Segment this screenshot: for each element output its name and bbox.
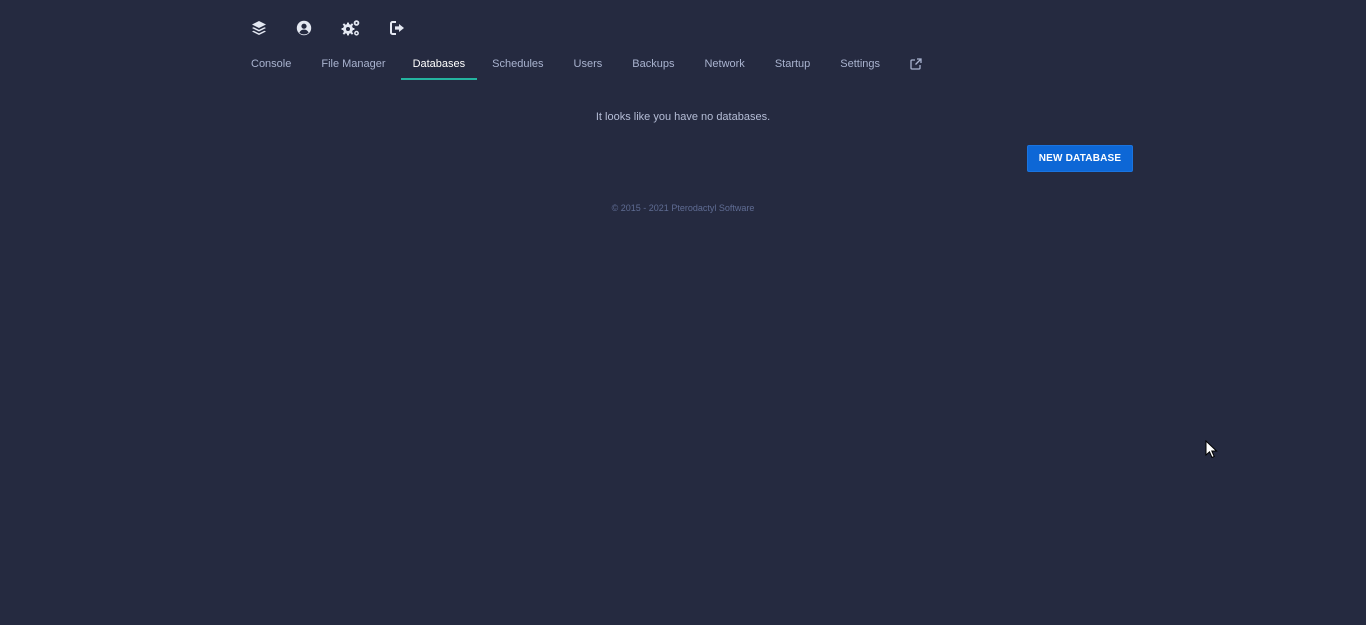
tab-settings[interactable]: Settings (825, 49, 895, 80)
tab-label: Settings (840, 58, 881, 70)
tab-external-link[interactable] (895, 49, 937, 80)
tab-startup[interactable]: Startup (760, 49, 825, 80)
mouse-cursor-icon (1205, 439, 1219, 465)
tab-label: Console (251, 58, 292, 70)
sign-out-icon[interactable] (387, 17, 409, 39)
tab-label: Schedules (492, 58, 544, 70)
external-link-icon (910, 58, 922, 73)
tab-label: Network (704, 58, 745, 70)
tab-label: Startup (774, 58, 811, 70)
empty-databases-message: It looks like you have no databases. (595, 111, 771, 123)
tab-users[interactable]: Users (559, 49, 618, 80)
server-subnav: Console File Manager Databases Schedules… (236, 49, 937, 81)
tab-label: Backups (632, 58, 675, 70)
admin-cogs-icon[interactable] (340, 17, 362, 39)
footer-copyright: © 2015 - 2021 Pterodactyl Software (611, 203, 755, 213)
tab-console[interactable]: Console (236, 49, 306, 80)
tab-file-manager[interactable]: File Manager (306, 49, 400, 80)
tab-label: Users (573, 58, 603, 70)
tab-label: File Manager (321, 58, 386, 70)
new-database-button[interactable]: NEW DATABASE (1027, 145, 1133, 172)
tab-label: Databases (412, 58, 466, 70)
account-icon[interactable] (293, 17, 315, 39)
layers-icon[interactable] (248, 17, 270, 39)
tab-backups[interactable]: Backups (617, 49, 689, 80)
tab-schedules[interactable]: Schedules (477, 49, 558, 80)
tab-databases[interactable]: Databases (400, 49, 478, 80)
header-icon-bar (248, 17, 409, 39)
tab-network[interactable]: Network (689, 49, 759, 80)
